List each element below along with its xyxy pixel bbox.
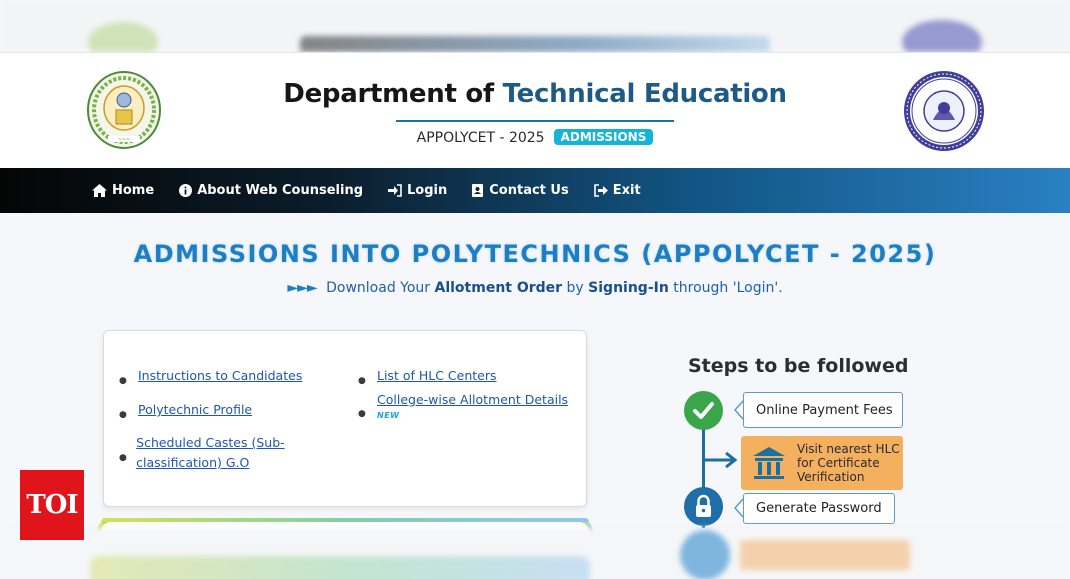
home-icon (92, 184, 107, 197)
step-hlc-verification: Visit nearest HLC for Certificate Verifi… (741, 436, 903, 490)
nav-contact[interactable]: Contact Us (472, 183, 569, 198)
bullet-icon: ● (119, 453, 127, 463)
info-icon (179, 184, 193, 197)
nav-login-label: Login (407, 183, 448, 198)
nav-about[interactable]: About Web Counseling (179, 183, 363, 198)
nav-exit-label: Exit (612, 183, 641, 198)
main-heading: ADMISSIONS INTO POLYTECHNICS (APPOLYCET … (133, 240, 937, 268)
institution-building-icon (753, 447, 785, 479)
links-card: ● Instructions to Candidates ● Polytechn… (103, 330, 587, 507)
bullet-icon: ● (358, 409, 366, 419)
bullet-icon: ● (119, 410, 127, 420)
title-part-2: Technical Education (502, 79, 787, 109)
nav-login[interactable]: Login (388, 183, 447, 198)
marquee-arrows: ►►► (287, 280, 317, 296)
list-item: ● Instructions to Candidates (119, 366, 302, 391)
nav-home[interactable]: Home (92, 183, 154, 198)
announcement-marquee[interactable]: ►►► Download Your Allotment Order by Sig… (0, 280, 1070, 296)
exam-name: APPOLYCET - 2025 (416, 130, 545, 146)
sbtet-seal-icon (904, 71, 984, 151)
marquee-text-1: Download Your (326, 280, 431, 296)
step-generate-password: Generate Password (743, 493, 895, 524)
blurred-top-strip (0, 0, 1070, 52)
title-divider (396, 120, 674, 122)
sc-subclassification-link[interactable]: Scheduled Castes (Sub-classification) G.… (136, 433, 349, 473)
nav-exit[interactable]: Exit (593, 183, 641, 198)
contact-icon (472, 184, 484, 197)
list-item: ● College-wise Allotment Details NEW (358, 390, 568, 424)
step2-line2: for Certificate (797, 456, 880, 470)
list-item: ● Polytechnic Profile (119, 400, 252, 425)
blurred-bottom-strip (0, 528, 1070, 579)
list-item: ● List of HLC Centers (358, 366, 497, 391)
login-icon (388, 184, 402, 197)
marquee-bold-1: Allotment Order (434, 280, 563, 296)
allotment-details-link[interactable]: College-wise Allotment Details (377, 392, 568, 407)
marquee-text-3: through 'Login'. (673, 280, 783, 296)
nav-about-label: About Web Counseling (197, 183, 364, 198)
polytechnic-profile-link[interactable]: Polytechnic Profile (138, 400, 252, 420)
new-badge: NEW (377, 411, 400, 420)
nav-home-label: Home (112, 183, 155, 198)
step2-line3: Verification (797, 470, 865, 484)
instructions-link[interactable]: Instructions to Candidates (138, 366, 302, 386)
step1-label: Online Payment Fees (756, 402, 893, 418)
title-part-1: Department of (283, 79, 494, 109)
site-header: ~~~ Department of Technical Education AP… (0, 52, 1070, 168)
main-navbar: Home About Web Counseling Login Contact … (0, 168, 1070, 213)
hlc-centers-link[interactable]: List of HLC Centers (377, 366, 497, 386)
arrow-right-icon (704, 452, 738, 468)
exit-icon (593, 184, 608, 197)
step3-label: Generate Password (756, 501, 882, 516)
step-online-payment: Online Payment Fees (743, 392, 903, 428)
bullet-icon: ● (119, 376, 127, 386)
steps-title: Steps to be followed (688, 355, 909, 377)
marquee-bold-2: Signing-In (588, 280, 669, 296)
check-circle-icon (684, 391, 723, 430)
bullet-icon: ● (358, 376, 366, 386)
list-item: ● Scheduled Castes (Sub-classification) … (119, 433, 349, 473)
lock-circle-icon (684, 487, 723, 526)
nav-contact-label: Contact Us (489, 183, 569, 198)
admissions-badge: ADMISSIONS (553, 129, 654, 145)
step2-line1: Visit nearest HLC (797, 442, 900, 456)
toi-logo: TOI (20, 470, 84, 540)
marquee-text-2: by (566, 280, 584, 296)
